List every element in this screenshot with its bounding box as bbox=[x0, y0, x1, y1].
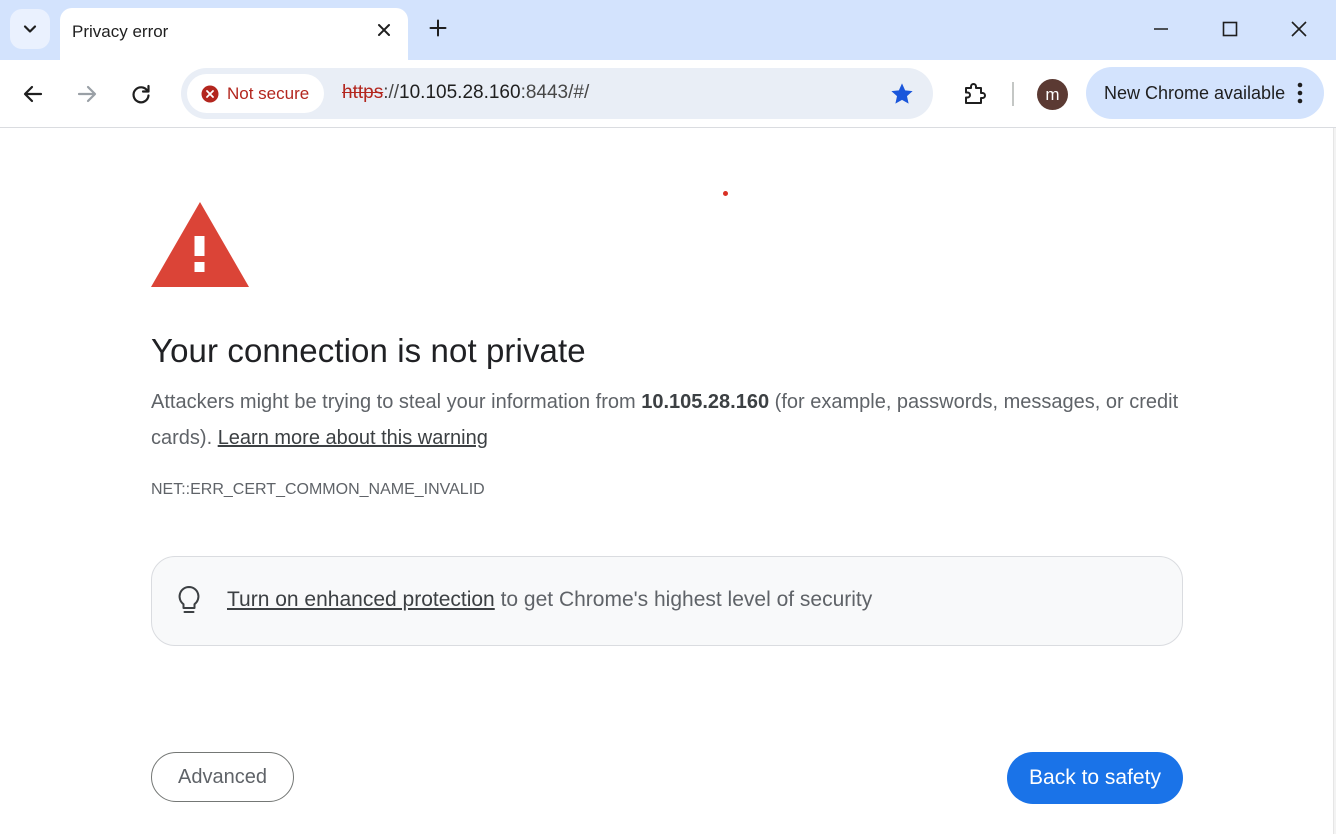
extensions-button[interactable] bbox=[956, 76, 992, 112]
active-tab[interactable]: Privacy error bbox=[60, 8, 408, 60]
update-label: New Chrome available bbox=[1104, 83, 1286, 103]
security-chip[interactable]: Not secure bbox=[187, 74, 325, 113]
maximize-icon bbox=[1222, 21, 1238, 37]
lightbulb-icon bbox=[178, 586, 200, 613]
advanced-button[interactable]: Advanced bbox=[151, 752, 294, 802]
learn-more-link[interactable]: Learn more about this warning bbox=[218, 427, 488, 449]
explanation-host: 10.105.28.160 bbox=[641, 391, 770, 413]
enhanced-protection-link[interactable]: Turn on enhanced protection bbox=[227, 588, 495, 611]
star-icon[interactable] bbox=[889, 81, 915, 107]
new-chrome-available-button[interactable]: New Chrome available bbox=[1086, 67, 1324, 119]
reload-button[interactable] bbox=[123, 76, 159, 112]
minimize-icon bbox=[1154, 28, 1168, 30]
minimize-button[interactable] bbox=[1139, 8, 1183, 50]
close-icon bbox=[1291, 21, 1307, 37]
explanation-prefix: Attackers might be trying to steal your … bbox=[151, 391, 642, 413]
error-circle-icon bbox=[201, 85, 219, 102]
page-title: Your connection is not private bbox=[151, 332, 586, 369]
cursor-dot bbox=[723, 191, 728, 196]
enhanced-protection-suffix: to get Chrome's highest level of securit… bbox=[494, 588, 873, 611]
security-chip-label: Not secure bbox=[227, 83, 310, 103]
tab-search-button[interactable] bbox=[10, 9, 50, 49]
url-separator: :// bbox=[383, 82, 400, 103]
error-code: NET::ERR_CERT_COMMON_NAME_INVALID bbox=[151, 481, 485, 498]
toolbar: Not secure https://10.105.28.160:8443/#/… bbox=[0, 60, 1336, 128]
toolbar-separator bbox=[1012, 82, 1014, 106]
close-icon bbox=[378, 24, 390, 36]
tab-strip: Privacy error bbox=[0, 0, 1336, 60]
chevron-down-icon bbox=[23, 25, 37, 33]
warning-triangle-icon bbox=[151, 202, 249, 287]
url-scheme: https bbox=[342, 82, 384, 103]
puzzle-icon bbox=[965, 83, 986, 104]
tab-close-button[interactable] bbox=[374, 20, 394, 40]
reload-icon bbox=[132, 84, 150, 104]
enhanced-protection-callout: Turn on enhanced protection to get Chrom… bbox=[151, 556, 1183, 646]
close-window-button[interactable] bbox=[1277, 8, 1321, 50]
address-bar[interactable]: Not secure https://10.105.28.160:8443/#/ bbox=[181, 68, 933, 119]
url-host: 10.105.28.160 bbox=[399, 82, 521, 103]
kebab-icon[interactable] bbox=[1288, 81, 1312, 105]
explanation-text: Attackers might be trying to steal your … bbox=[151, 384, 1181, 456]
arrow-left-icon bbox=[23, 85, 43, 103]
maximize-button[interactable] bbox=[1208, 8, 1252, 50]
new-tab-button[interactable] bbox=[424, 14, 452, 42]
back-to-safety-button[interactable]: Back to safety bbox=[1007, 752, 1183, 804]
back-button[interactable] bbox=[15, 76, 51, 112]
tab-title: Privacy error bbox=[72, 22, 169, 41]
enhanced-protection-text: Turn on enhanced protection to get Chrom… bbox=[227, 588, 872, 612]
url-text[interactable]: https://10.105.28.160:8443/#/ bbox=[342, 82, 589, 104]
plus-icon bbox=[429, 19, 447, 37]
forward-button[interactable] bbox=[69, 76, 105, 112]
url-path: :8443/#/ bbox=[520, 82, 590, 103]
profile-avatar[interactable]: m bbox=[1037, 79, 1068, 110]
arrow-right-icon bbox=[77, 85, 97, 103]
